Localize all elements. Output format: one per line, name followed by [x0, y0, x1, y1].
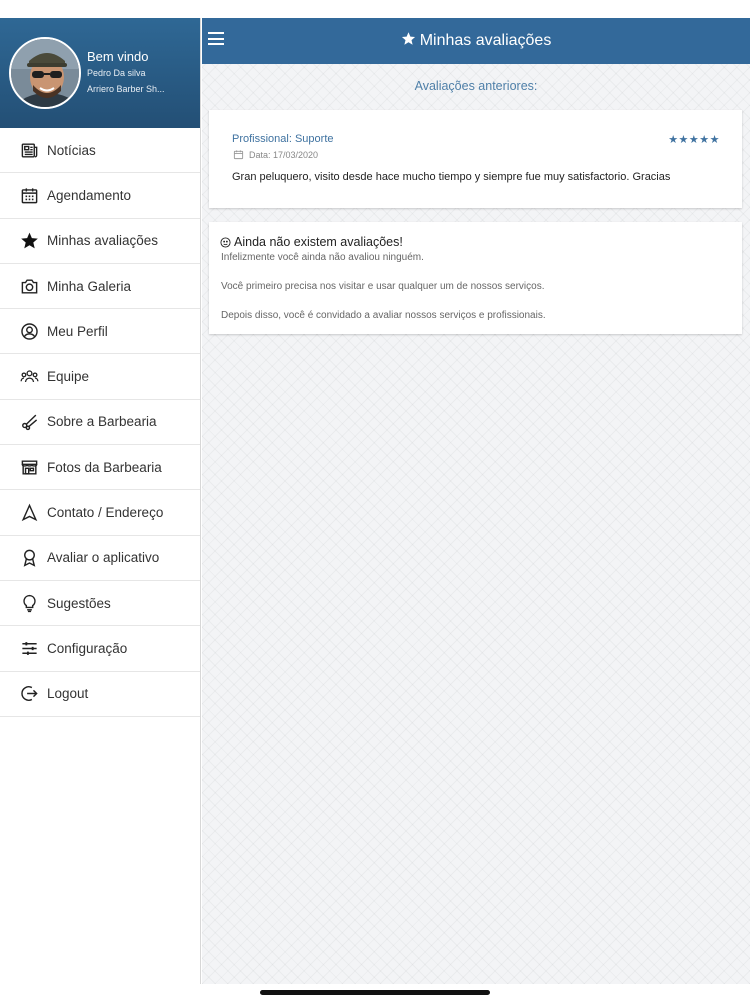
storefront-icon [19, 457, 39, 477]
review-professional: Profissional: Suporte [232, 133, 334, 145]
sidebar-item-label: Minhas avaliações [47, 233, 159, 249]
sidebar-item-contato-endereco[interactable]: Contato / Endereço [0, 490, 200, 536]
sidebar-item-label: Agendamento [47, 187, 132, 203]
review-date-row: Data: 17/03/2020 [233, 149, 318, 160]
sidebar-item-label: Meu Perfil [47, 323, 108, 339]
page-title-text: Minhas avaliações [419, 32, 552, 49]
sidebar-item-fotos-da-barbearia[interactable]: Fotos da Barbearia [0, 445, 200, 491]
sidebar-item-sugestoes[interactable]: Sugestões [0, 581, 200, 627]
review-comment: Gran peluquero, visito desde hace mucho … [232, 171, 671, 183]
empty-line-3: Depois disso, você é convidado a avaliar… [221, 310, 546, 321]
avatar[interactable] [9, 37, 81, 109]
calendar-icon [233, 150, 244, 160]
menu-list: Notícias Agendamento Minhas avaliações M… [0, 128, 200, 717]
app-header: Minhas avaliações [202, 18, 750, 64]
shop-name: Arriero Barber Sh... [87, 84, 165, 94]
profile-header: Bem vindo Pedro Da silva Arriero Barber … [0, 18, 200, 128]
smile-icon [220, 236, 231, 248]
sidebar-item-agendamento[interactable]: Agendamento [0, 173, 200, 219]
newspaper-icon [19, 140, 39, 160]
sidebar-item-meu-perfil[interactable]: Meu Perfil [0, 309, 200, 355]
empty-line-2: Você primeiro precisa nos visitar e usar… [221, 281, 545, 292]
sidebar-item-avaliar-o-aplicativo[interactable]: Avaliar o aplicativo [0, 536, 200, 581]
sidebar-item-label: Sugestões [47, 595, 111, 611]
sidebar-item-label: Logout [47, 686, 89, 702]
sidebar-item-minhas-avaliacoes[interactable]: Minhas avaliações [0, 219, 200, 264]
sidebar-item-label: Fotos da Barbearia [47, 459, 162, 475]
sidebar-item-label: Equipe [47, 369, 90, 385]
avatar-photo [11, 39, 79, 107]
side-menu: Bem vindo Pedro Da silva Arriero Barber … [0, 18, 201, 984]
rating-stars: ★★★★★ [668, 134, 720, 146]
sidebar-item-logout[interactable]: Logout [0, 672, 200, 717]
review-date: Data: 17/03/2020 [249, 149, 319, 160]
sidebar-item-label: Notícias [47, 142, 96, 158]
star-icon [401, 31, 416, 51]
navigation-icon [19, 503, 39, 523]
lightbulb-icon [19, 593, 39, 613]
empty-line-1: Infelizmente você ainda não avaliou ning… [221, 252, 424, 263]
sidebar-item-equipe[interactable]: Equipe [0, 354, 200, 400]
main-content: Minhas avaliações Avaliações anteriores:… [202, 18, 750, 984]
sidebar-item-sobre-a-barbearia[interactable]: Sobre a Barbearia [0, 400, 200, 446]
sidebar-item-label: Configuração [47, 640, 128, 656]
sidebar-item-label: Contato / Endereço [47, 505, 164, 521]
empty-state-card: Ainda não existem avaliações! Infelizmen… [209, 222, 742, 334]
sidebar-item-label: Sobre a Barbearia [47, 414, 157, 430]
star-icon [19, 231, 39, 251]
calendar-icon [19, 185, 39, 205]
scissors-icon [19, 412, 39, 432]
empty-heading: Ainda não existem avaliações! [220, 235, 403, 249]
review-card: Profissional: Suporte Data: 17/03/2020 ★… [209, 110, 742, 208]
sliders-icon [19, 638, 39, 658]
section-title: Avaliações anteriores: [414, 79, 538, 93]
page-title: Minhas avaliações [202, 31, 750, 51]
user-name: Pedro Da silva [87, 68, 146, 78]
award-icon [19, 548, 39, 568]
team-icon [19, 367, 39, 387]
logout-icon [19, 684, 39, 704]
sidebar-item-noticias[interactable]: Notícias [0, 128, 200, 174]
home-indicator[interactable] [260, 990, 490, 995]
user-circle-icon [19, 321, 39, 341]
camera-icon [19, 276, 39, 296]
sidebar-item-minha-galeria[interactable]: Minha Galeria [0, 264, 200, 310]
sidebar-item-label: Avaliar o aplicativo [47, 550, 160, 566]
empty-heading-text: Ainda não existem avaliações! [234, 235, 403, 249]
welcome-text: Bem vindo [87, 49, 149, 64]
sidebar-item-label: Minha Galeria [47, 278, 132, 294]
status-bar [0, 0, 750, 18]
sidebar-item-configuracao[interactable]: Configuração [0, 626, 200, 672]
